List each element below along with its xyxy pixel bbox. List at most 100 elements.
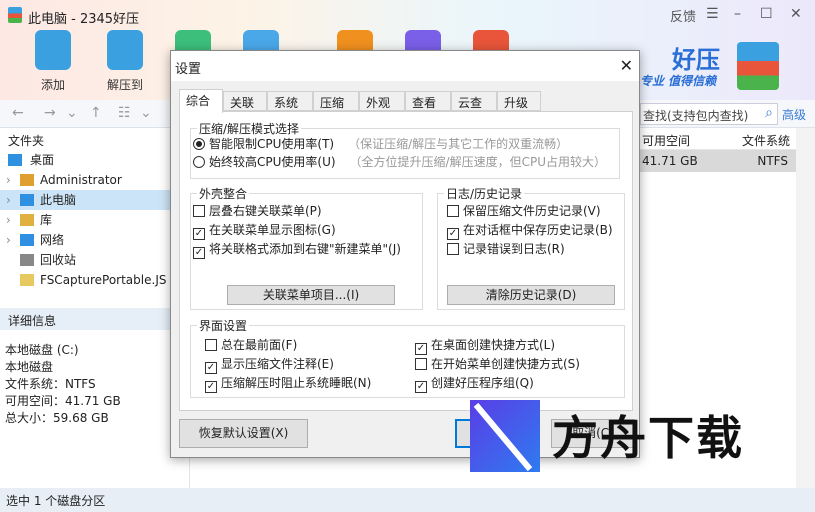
tree-item-label: 网络 <box>40 233 65 247</box>
watermark-logo <box>470 400 540 472</box>
checkbox-option[interactable]: ✓ 压缩解压时阻止系统睡眠(N) <box>205 374 371 393</box>
scrollbar[interactable] <box>796 128 815 488</box>
radio-icon[interactable] <box>193 156 205 168</box>
radio-icon[interactable] <box>193 138 205 150</box>
feedback-link[interactable]: 反馈 <box>670 6 696 25</box>
folder-icon <box>20 214 34 226</box>
toolbar-icon <box>35 30 71 70</box>
shell-group: 外壳整合 层叠右键关联菜单(P) ✓ 在关联菜单显示图标(G) ✓ 将关联格式添加到右键… <box>190 185 423 310</box>
option-hint: （全方位提升压缩/解压速度，但CPU占用较大） <box>349 155 606 169</box>
view-dropdown-icon[interactable]: ⌄ <box>140 105 152 121</box>
tree-item-label: 库 <box>40 213 53 227</box>
tree-item[interactable]: › Administrator <box>0 170 189 190</box>
option-label: 始终较高CPU使用率(U) <box>209 155 336 169</box>
option-label: 总在最前面(F) <box>221 338 298 352</box>
forward-icon[interactable]: → <box>44 105 56 121</box>
option-label: 在桌面创建快捷方式(L) <box>431 338 556 352</box>
tab-4[interactable]: 外观 <box>359 91 405 111</box>
dialog-title: 设置 <box>171 51 639 81</box>
search-icon[interactable]: ⌕ <box>765 105 773 121</box>
radio-option[interactable]: 智能限制CPU使用率(T) （保证压缩/解压与其它工作的双重流畅） <box>193 135 568 152</box>
maximize-button[interactable]: ☐ <box>760 6 773 22</box>
option-label: 显示压缩文件注释(E) <box>221 357 334 371</box>
history-dropdown-icon[interactable]: ⌄ <box>66 105 78 121</box>
tree-item[interactable]: FSCapturePortable.JS <box>0 270 189 290</box>
tab-2[interactable]: 系统 <box>267 91 313 111</box>
view-icon[interactable]: ☷ <box>118 105 131 121</box>
checkbox-checked-icon[interactable]: ✓ <box>193 247 205 259</box>
folder-icon <box>20 234 34 246</box>
tab-3[interactable]: 压缩 <box>313 91 359 111</box>
brand-slogan: 专业 值得信赖 <box>640 74 717 88</box>
tree-item[interactable]: › 网络 <box>0 230 189 250</box>
brand-icon <box>737 42 779 90</box>
advanced-search-link[interactable]: 高级 <box>782 106 806 123</box>
context-menu-items-button[interactable]: 关联菜单项目...(I) <box>227 285 395 305</box>
checkbox-checked-icon[interactable]: ✓ <box>447 228 459 240</box>
tab-0[interactable]: 综合 <box>179 89 223 113</box>
tab-1[interactable]: 关联 <box>223 91 267 111</box>
expand-icon[interactable]: › <box>6 190 11 210</box>
expand-icon[interactable]: › <box>6 170 11 190</box>
detail-line: 本地磁盘 (C:) <box>5 343 79 357</box>
cell-free: 41.71 GB <box>642 154 698 168</box>
menu-icon[interactable]: ☰ <box>706 6 719 22</box>
tab-6[interactable]: 云查杀 <box>451 91 497 127</box>
tree-item[interactable]: 桌面 <box>0 150 189 170</box>
option-label: 在关联菜单显示图标(G) <box>209 223 336 237</box>
ui-group-title: 界面设置 <box>197 317 250 334</box>
checkbox-checked-icon[interactable]: ✓ <box>415 343 427 355</box>
toolbar-icon <box>107 30 143 70</box>
checkbox-icon[interactable] <box>447 243 459 255</box>
tree-item-label: 回收站 <box>40 253 77 267</box>
checkbox-option[interactable]: ✓ 创建好压程序组(Q) <box>415 374 534 393</box>
checkbox-option[interactable]: ✓ 在关联菜单显示图标(G) <box>193 221 336 240</box>
clear-history-button[interactable]: 清除历史记录(D) <box>447 285 615 305</box>
checkbox-checked-icon[interactable]: ✓ <box>205 381 217 393</box>
checkbox-icon[interactable] <box>447 205 459 217</box>
toolbar-button[interactable]: 解压到 <box>100 30 150 93</box>
radio-option[interactable]: 始终较高CPU使用率(U) （全方位提升压缩/解压速度，但CPU占用较大） <box>193 153 606 170</box>
checkbox-option[interactable]: 总在最前面(F) <box>205 336 297 353</box>
checkbox-checked-icon[interactable]: ✓ <box>193 228 205 240</box>
tab-7[interactable]: 升级 <box>497 91 541 111</box>
column-free-space[interactable]: 可用空间 <box>640 128 730 150</box>
checkbox-option[interactable]: ✓ 将关联格式添加到右键"新建菜单"(J) <box>193 240 401 259</box>
option-label: 保留压缩文件历史记录(V) <box>463 204 601 218</box>
option-label: 将关联格式添加到右键"新建菜单"(J) <box>209 242 401 256</box>
option-label: 智能限制CPU使用率(T) <box>209 137 335 151</box>
search-input[interactable]: 查找(支持包内查找) ⌕ <box>640 103 778 125</box>
folder-icon <box>20 174 34 186</box>
checkbox-option[interactable]: 在开始菜单创建快捷方式(S) <box>415 355 580 372</box>
checkbox-option[interactable]: ✓ 显示压缩文件注释(E) <box>205 355 334 374</box>
tab-5[interactable]: 查看器 <box>405 91 451 127</box>
checkbox-icon[interactable] <box>193 205 205 217</box>
dialog-close-button[interactable]: ✕ <box>620 56 633 75</box>
minimize-button[interactable]: – <box>734 6 741 22</box>
expand-icon[interactable]: › <box>6 230 11 250</box>
checkbox-checked-icon[interactable]: ✓ <box>205 362 217 374</box>
option-label: 层叠右键关联菜单(P) <box>209 204 322 218</box>
column-file-system[interactable]: 文件系统 <box>730 128 796 150</box>
close-button[interactable]: ✕ <box>790 6 802 22</box>
checkbox-icon[interactable] <box>415 358 427 370</box>
restore-defaults-button[interactable]: 恢复默认设置(X) <box>179 419 308 448</box>
tree-item[interactable]: › 库 <box>0 210 189 230</box>
tree-item[interactable]: › 此电脑 <box>0 190 189 210</box>
checkbox-option[interactable]: 层叠右键关联菜单(P) <box>193 202 322 219</box>
up-icon[interactable]: ↑ <box>90 105 102 121</box>
folder-icon <box>20 254 34 266</box>
back-icon[interactable]: ← <box>12 105 24 121</box>
expand-icon[interactable]: › <box>6 210 11 230</box>
toolbar-button[interactable]: 添加 <box>28 30 78 93</box>
checkbox-checked-icon[interactable]: ✓ <box>415 381 427 393</box>
checkbox-option[interactable]: ✓ 在桌面创建快捷方式(L) <box>415 336 555 355</box>
ui-group: 界面设置 总在最前面(F) ✓ 显示压缩文件注释(E) ✓ 压缩解压时阻止系统睡眠(N)… <box>190 317 625 398</box>
tree-item[interactable]: 回收站 <box>0 250 189 270</box>
option-label: 在对话框中保存历史记录(B) <box>463 223 613 237</box>
table-row[interactable]: 41.71 GB NTFS <box>640 150 796 172</box>
checkbox-icon[interactable] <box>205 339 217 351</box>
checkbox-option[interactable]: 记录错误到日志(R) <box>447 240 565 257</box>
checkbox-option[interactable]: ✓ 在对话框中保存历史记录(B) <box>447 221 613 240</box>
checkbox-option[interactable]: 保留压缩文件历史记录(V) <box>447 202 601 219</box>
